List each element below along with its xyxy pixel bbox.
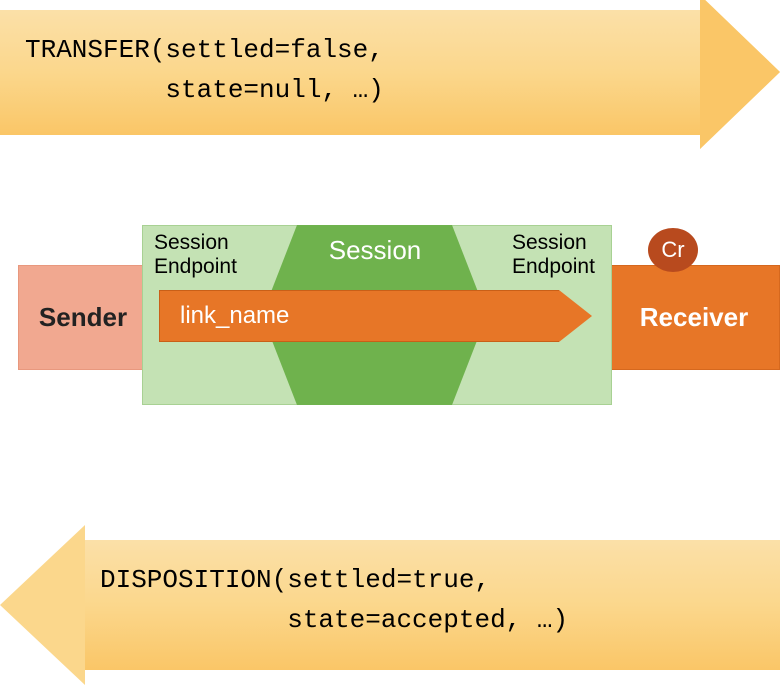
endpoint-line1: Session: [512, 231, 595, 255]
receiver-box: Receiver: [608, 265, 780, 370]
transfer-text: TRANSFER(settled=false, state=null, …): [25, 30, 384, 111]
sender-label: Sender: [39, 302, 127, 333]
session-title: Session: [295, 235, 455, 266]
arrow-head-right-icon: [559, 290, 592, 342]
receiver-label: Receiver: [640, 302, 748, 333]
credit-badge: Cr: [648, 228, 698, 272]
arrow-head-left-icon: [0, 525, 85, 685]
session-endpoint-right: Session Endpoint: [512, 231, 595, 279]
link-arrow: link_name: [159, 290, 594, 342]
endpoint-line1: Session: [154, 231, 237, 255]
endpoint-line2: Endpoint: [154, 255, 237, 279]
link-label: link_name: [180, 302, 289, 330]
disposition-arrow: DISPOSITION(settled=true, state=accepted…: [0, 540, 780, 670]
arrow-head-right-icon: [700, 0, 780, 149]
disposition-text: DISPOSITION(settled=true, state=accepted…: [100, 560, 568, 641]
link-body: link_name: [159, 290, 559, 342]
session-diagram: Sender Receiver Session Session Endpoint…: [0, 250, 780, 395]
transfer-arrow: TRANSFER(settled=false, state=null, …): [0, 10, 780, 135]
session-endpoint-left: Session Endpoint: [154, 231, 237, 279]
sender-box: Sender: [18, 265, 148, 370]
credit-label: Cr: [661, 237, 684, 263]
endpoint-line2: Endpoint: [512, 255, 595, 279]
